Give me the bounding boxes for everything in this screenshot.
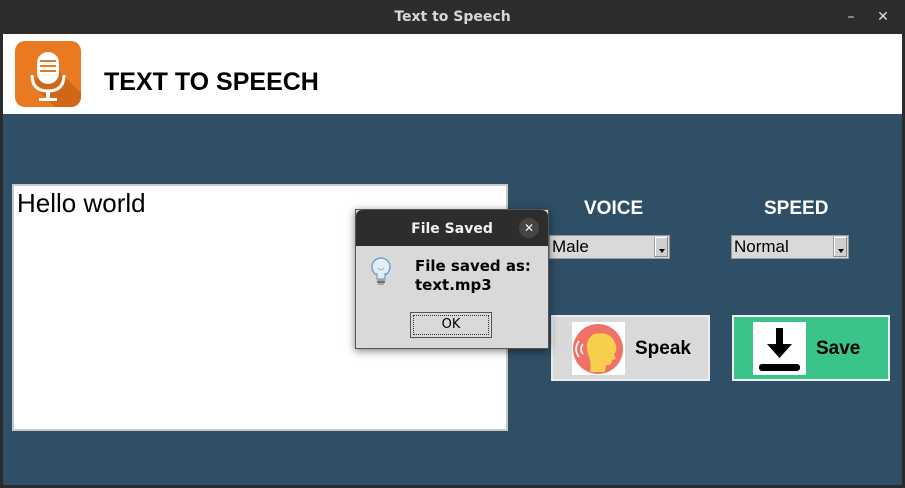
dialog-titlebar: File Saved ✕ [356, 210, 548, 246]
window-titlebar: Text to Speech – ✕ [0, 0, 905, 34]
save-button[interactable]: Save [732, 315, 890, 381]
voice-select-value: Male [552, 237, 589, 256]
chevron-down-icon [833, 237, 847, 257]
lightbulb-icon [368, 256, 394, 288]
file-saved-dialog: File Saved ✕ File saved as: text.mp3 OK [355, 209, 549, 349]
voice-label: VOICE [584, 198, 644, 219]
dialog-message-line1: File saved as: [415, 257, 531, 275]
speaking-head-icon [572, 322, 625, 375]
speak-button-label: Speak [635, 338, 691, 359]
ok-button[interactable]: OK [410, 312, 492, 338]
voice-select[interactable]: Male [549, 235, 670, 259]
app-header: TEXT TO SPEECH [3, 34, 902, 114]
chevron-down-icon [654, 237, 668, 257]
app-title: TEXT TO SPEECH [104, 68, 319, 96]
speed-label: SPEED [764, 198, 829, 219]
speed-select[interactable]: Normal [731, 235, 849, 259]
ok-button-focus-ring [413, 315, 489, 335]
dialog-message-line2: text.mp3 [415, 276, 492, 294]
dialog-message: File saved as: text.mp3 [415, 257, 547, 295]
window-close-button[interactable]: ✕ [874, 8, 892, 26]
minimize-button[interactable]: – [842, 8, 860, 26]
save-button-label: Save [816, 338, 861, 359]
microphone-icon [15, 41, 81, 107]
dialog-close-button[interactable]: ✕ [519, 218, 539, 238]
speak-button[interactable]: Speak [551, 315, 710, 381]
download-icon [753, 322, 806, 375]
window-title: Text to Speech [394, 9, 511, 25]
speed-select-value: Normal [734, 237, 789, 256]
